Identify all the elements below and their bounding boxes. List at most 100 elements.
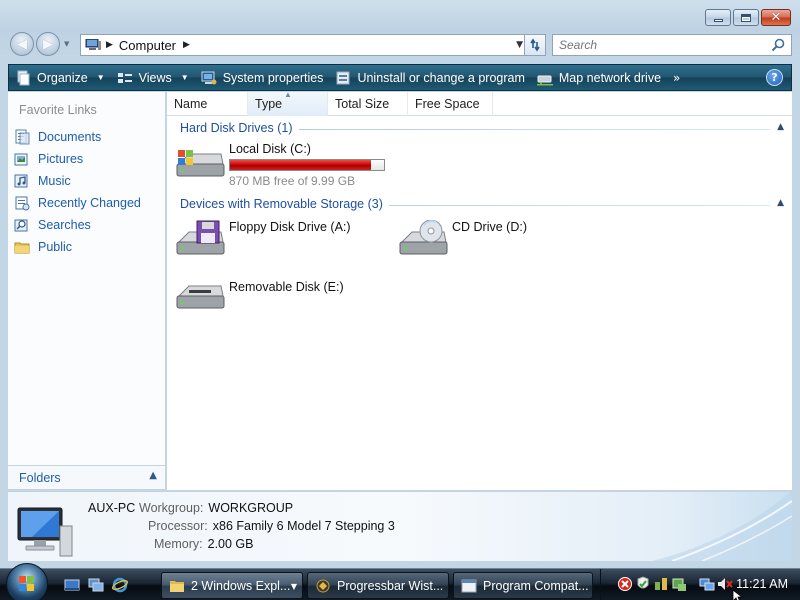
drive-free-space: 870 MB free of 9.99 GB [229,174,356,188]
drive-info: Removable Disk (E:) [229,280,344,320]
file-list-pane: Name ▲ Type Total Size Free Space Hard D… [167,90,792,490]
detail-value: x86 Family 6 Model 7 Stepping 3 [212,519,395,533]
taskbar-item-progressbar[interactable]: Progressbar Wist... [307,572,449,599]
detail-value: WORKGROUP [208,501,294,515]
map-network-drive-label: Map network drive [558,70,662,85]
removable-disk-icon [176,285,225,309]
forward-button[interactable]: ▶ [36,32,60,56]
network-sharing-icon[interactable] [653,576,669,592]
breadcrumb-separator-icon[interactable]: ▶ [106,40,113,50]
taskbar: 2 Windows Expl... ▼ Progressbar Wist... … [0,563,800,600]
drive-removable-e[interactable]: Removable Disk (E:) [175,280,344,320]
favorite-links-list: Documents Pictures Music Recently Change… [14,126,141,258]
application-icon [316,579,330,592]
drive-info: CD Drive (D:) [452,220,527,260]
drive-name: Local Disk (C:) [229,142,311,156]
decorative-swoosh [652,491,792,561]
group-hard-disk-drives[interactable]: Hard Disk Drives (1) ▲ [167,120,792,138]
folders-toggle[interactable]: Folders ▲ [8,465,165,489]
detail-workgroup: Workgroup: WORKGROUP [139,501,293,515]
address-bar[interactable]: ▶ Computer ▶ ▼ [80,34,528,56]
capacity-bar-fill [230,160,371,170]
forward-arrow-icon: ▶ [43,36,53,52]
show-desktop-icon[interactable] [64,577,80,593]
column-header-type[interactable]: ▲ Type [248,90,328,116]
cd-drive-icon [399,220,448,255]
column-header-type-label: Type [255,97,283,111]
collapse-chevron-icon[interactable]: ▲ [777,198,784,208]
detail-label: Processor: [148,519,208,533]
drive-cd-d[interactable]: CD Drive (D:) [398,220,527,260]
address-dropdown-icon[interactable]: ▼ [516,40,523,50]
notification-area: 11:21 AM [600,569,800,600]
folders-label: Folders [19,470,61,485]
views-button[interactable]: Views ▼ [111,65,195,90]
taskbar-item-windows-explorer[interactable]: 2 Windows Expl... ▼ [161,572,303,599]
refresh-icon [530,38,540,52]
start-button[interactable] [6,563,48,600]
hard-drive-icon [176,150,225,177]
volume-muted-icon[interactable] [717,576,733,592]
column-header-free-space[interactable]: Free Space [408,92,493,116]
system-properties-label: System properties [222,70,324,85]
address-row: ◀ ▶ ▼ ▶ Computer ▶ ▼ [8,30,792,58]
nav-item-public[interactable]: Public [14,236,141,258]
defender-icon[interactable] [635,576,651,592]
map-network-drive-button[interactable]: Map network drive [531,65,667,90]
program-window-icon [461,579,477,592]
column-header-total-size[interactable]: Total Size [328,92,408,116]
minimize-button[interactable] [705,9,731,26]
chevron-up-icon: ▲ [149,470,157,481]
breadcrumb-computer[interactable]: Computer [119,38,176,53]
close-button[interactable]: ✕ [761,9,791,26]
nav-item-documents[interactable]: Documents [14,126,141,148]
music-icon [14,174,28,188]
breadcrumb-arrow-icon[interactable]: ▶ [183,40,190,50]
switch-windows-icon[interactable] [88,577,104,593]
drive-info: Local Disk (C:) 870 MB free of 9.99 GB [229,142,385,188]
uninstall-program-button[interactable]: Uninstall or change a program [329,65,530,90]
system-properties-button[interactable]: System properties [195,65,330,90]
nav-item-searches[interactable]: Searches [14,214,141,236]
search-box[interactable] [552,34,792,56]
favorite-links-heading: Favorite Links [19,103,97,117]
drive-name: Removable Disk (E:) [229,280,344,294]
organize-button[interactable]: Organize ▼ [9,65,111,90]
pictures-icon [14,153,28,166]
nav-item-recently-changed[interactable]: Recently Changed [14,192,141,214]
refresh-button[interactable] [524,34,546,56]
group-dropdown-icon: ▼ [290,582,297,591]
search-icon[interactable] [771,38,785,52]
collapse-chevron-icon[interactable]: ▲ [777,122,784,132]
taskbar-item-program-compat[interactable]: Program Compat... [453,572,593,599]
toolbar-overflow-chevron[interactable]: » [673,71,680,85]
capacity-bar [229,159,385,171]
system-clock[interactable]: 11:21 AM [736,577,788,591]
group-removable-storage[interactable]: Devices with Removable Storage (3) ▲ [167,196,792,214]
search-input[interactable] [553,38,763,52]
maximize-button[interactable] [733,9,759,26]
caption-buttons: ✕ [705,9,791,26]
nav-item-pictures[interactable]: Pictures [14,148,141,170]
network-status-icon[interactable] [699,576,715,592]
back-button[interactable]: ◀ [10,32,34,56]
views-icon [117,72,132,83]
views-label: Views [138,70,172,85]
column-header-name[interactable]: Name [167,92,248,116]
detail-label: Workgroup: [139,501,204,515]
nav-item-music[interactable]: Music [14,170,141,192]
internet-explorer-icon[interactable] [112,577,128,593]
detail-value: 2.00 GB [207,537,254,551]
computer-icon [85,39,101,50]
devices-icon[interactable] [671,576,687,592]
drive-name: Floppy Disk Drive (A:) [229,220,351,234]
organize-caret-icon: ▼ [96,73,105,82]
mouse-cursor-icon [732,590,742,600]
security-alert-icon[interactable] [617,576,633,592]
recent-pages-dropdown[interactable]: ▼ [64,40,69,48]
detail-label: Memory: [154,537,203,551]
column-headers: Name ▲ Type Total Size Free Space [167,90,792,116]
help-button[interactable]: ? [766,69,783,86]
drive-floppy-a[interactable]: Floppy Disk Drive (A:) [175,220,351,260]
drive-local-disk-c[interactable]: Local Disk (C:) 870 MB free of 9.99 GB [175,142,385,188]
